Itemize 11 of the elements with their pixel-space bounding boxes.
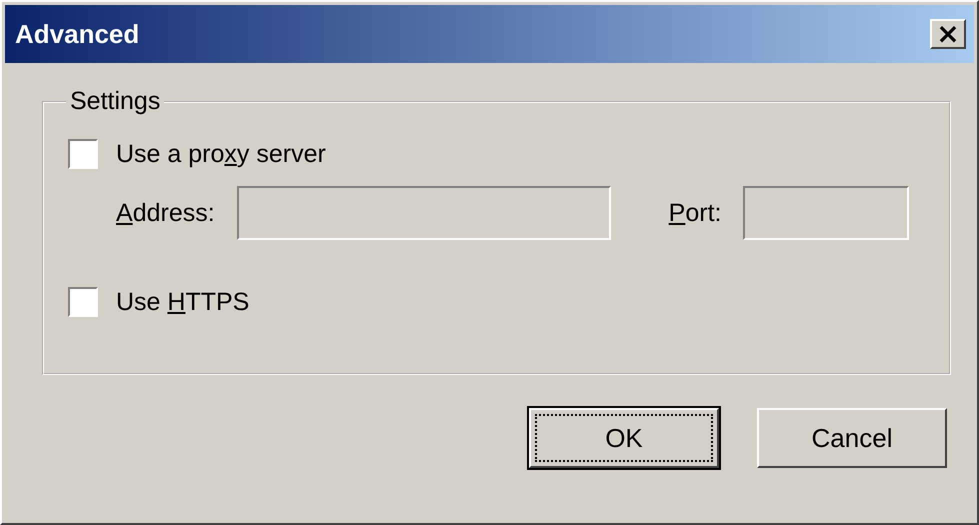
checkbox[interactable] bbox=[68, 139, 98, 169]
field-label: Address: bbox=[116, 198, 215, 228]
ok-button[interactable]: OK bbox=[529, 408, 719, 468]
close-button[interactable]: × bbox=[930, 19, 966, 49]
window-title: Advanced bbox=[15, 18, 140, 50]
cancel-button[interactable]: Cancel bbox=[757, 408, 947, 468]
field-label: Port: bbox=[668, 198, 722, 228]
checkbox-label[interactable]: Use HTTPS bbox=[116, 288, 250, 316]
checkbox-label[interactable]: Use a proxy server bbox=[116, 140, 326, 168]
checkbox[interactable] bbox=[68, 287, 98, 317]
group-title: Settings bbox=[69, 87, 162, 116]
